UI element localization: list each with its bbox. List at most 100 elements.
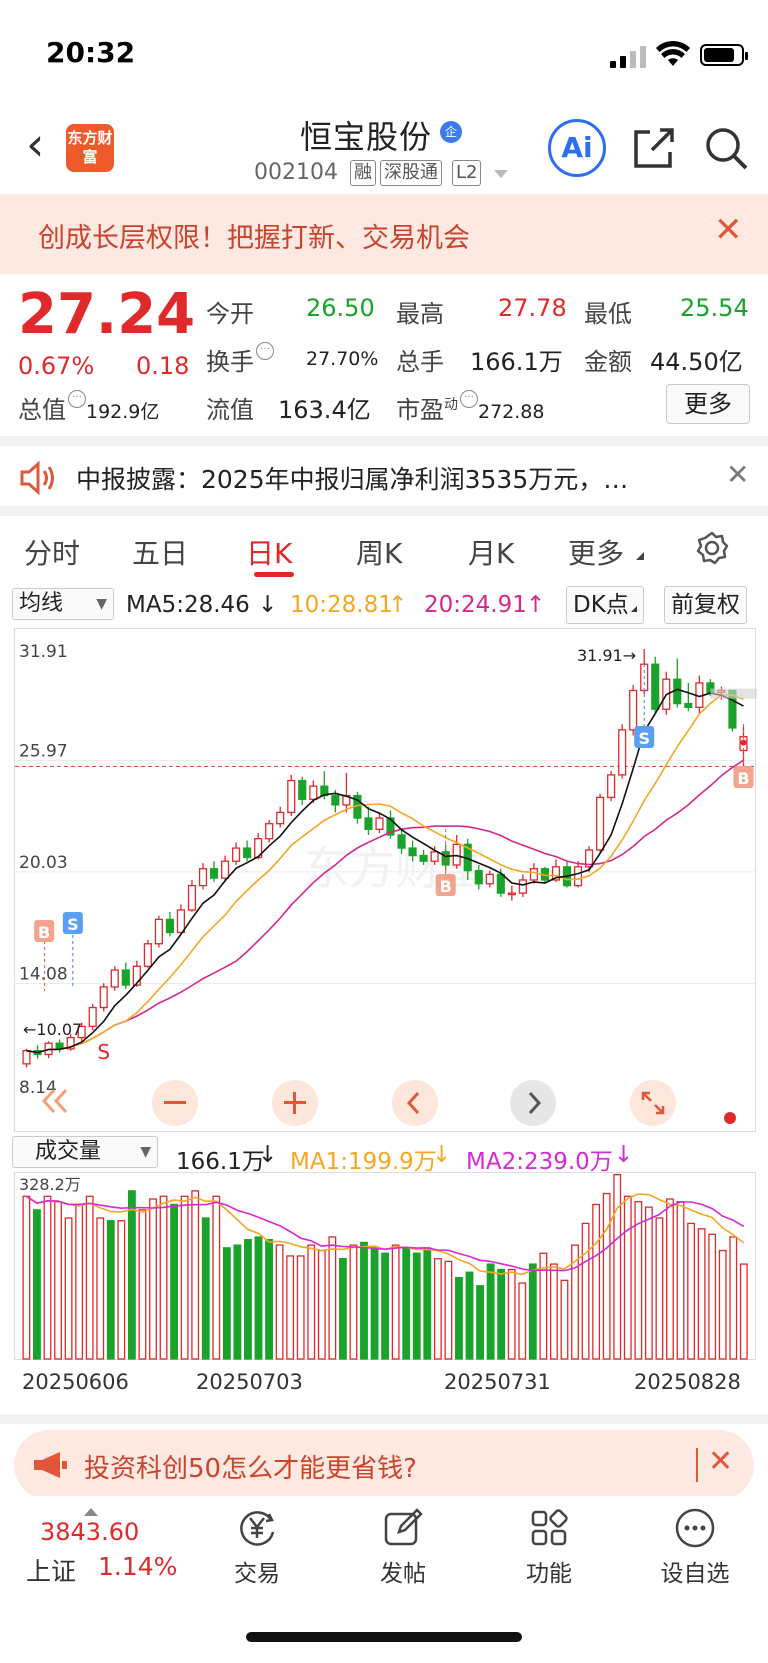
back-button[interactable]: ‹ (26, 121, 44, 167)
ad-text: 投资科创50怎么才能更省钱? (84, 1454, 417, 1484)
open-value: 26.50 (306, 294, 375, 322)
dk-point-button[interactable]: DK点 (566, 586, 644, 624)
notice-bar[interactable]: 中报披露：2025年中报归属净利润3535万元，… ✕ (0, 446, 768, 510)
volume-indicator-select[interactable]: 成交量 ▼ (12, 1136, 158, 1168)
nav-post[interactable]: 发帖 (358, 1506, 448, 1588)
volume-bar-up (317, 1249, 326, 1360)
info-icon[interactable]: ··· (68, 390, 86, 408)
volume-bar-up (697, 1228, 706, 1360)
last-price: 27.24 (18, 282, 196, 347)
close-icon[interactable]: ✕ (708, 1444, 733, 1479)
tab-weekly-k[interactable]: 周K (356, 532, 402, 572)
divider (0, 506, 768, 516)
sell-marker-label: S (67, 915, 79, 934)
share-icon[interactable] (630, 124, 678, 172)
scroll-left-button[interactable] (392, 1080, 438, 1126)
zoom-out-button[interactable] (152, 1080, 198, 1126)
close-icon[interactable]: ✕ (726, 458, 749, 491)
candle-up (176, 909, 186, 934)
tag-level2: L2 (452, 160, 482, 186)
candle-up (629, 689, 638, 731)
turnover-value: 27.70% (306, 348, 379, 370)
amount-value: 44.50亿 (650, 348, 743, 376)
buy-marker: B (34, 920, 55, 942)
nav-trade-label: 交易 (234, 1561, 280, 1587)
live-dot (724, 1112, 736, 1124)
indicator-select[interactable]: 均线 ▼ (12, 588, 114, 620)
tab-more[interactable]: 更多 (568, 532, 624, 572)
ad-banner[interactable]: 投资科创50怎么才能更省钱? ✕ (14, 1430, 754, 1500)
index-name[interactable]: 上证 (26, 1552, 76, 1588)
nav-functions[interactable]: 功能 (504, 1506, 594, 1588)
kline-chart[interactable]: 31.91 25.97 20.03 14.08 8.14 东方财富 31.91→ ←10.07… (14, 628, 757, 1132)
candle-up (573, 866, 583, 887)
nav-watchlist-label: 设自选 (660, 1561, 730, 1587)
volume-bar-up (518, 1282, 527, 1360)
volume-text: 166.1万 (176, 1149, 265, 1175)
speaker-icon (20, 460, 54, 496)
info-icon[interactable]: ··· (256, 342, 274, 360)
index-value[interactable]: 3843.60 (40, 1518, 139, 1546)
candle-down (298, 779, 307, 800)
index-percent[interactable]: 1.14% (98, 1552, 177, 1581)
tab-monthly-k[interactable]: 月K (468, 532, 514, 572)
ma10-arrow: ↑ (388, 592, 408, 618)
volume-bar-down (455, 1276, 463, 1360)
double-left-icon[interactable] (40, 1086, 72, 1116)
ma-bar: 均线 ▼ MA5:28.46 ↓ 10:28.81 ↑ 20:24.91 ↑ DK… (0, 586, 768, 626)
more-button[interactable]: 更多 (666, 384, 750, 424)
volume-bar-down (201, 1217, 210, 1360)
volume-bar-up (138, 1209, 147, 1360)
volume-bar-up (687, 1222, 695, 1360)
enterprise-badge: 企 (440, 121, 462, 143)
zoom-in-button[interactable] (272, 1080, 318, 1126)
megaphone-icon (34, 1452, 67, 1478)
search-icon[interactable] (702, 124, 750, 172)
info-icon[interactable]: ··· (460, 390, 478, 408)
candle-down (474, 869, 483, 885)
volume-bar-down (338, 1258, 347, 1360)
volume-bar-up (212, 1195, 221, 1360)
volume-bar-up (739, 1263, 748, 1360)
candle-up (198, 868, 208, 887)
nav-watchlist[interactable]: 设自选 (650, 1506, 740, 1588)
volume-bar-down (265, 1239, 273, 1360)
buy-marker: B (733, 766, 754, 788)
tab-five-day[interactable]: 五日 (132, 532, 188, 572)
sell-marker-label: S (638, 729, 650, 748)
forward-adjust-button[interactable]: 前复权 (664, 586, 747, 624)
nav-trade[interactable]: 交易 (212, 1506, 302, 1588)
candle-up (265, 823, 274, 840)
range-highlight (710, 688, 757, 699)
volume-bar-up (43, 1195, 52, 1360)
volume-chart[interactable]: 328.2万 (14, 1172, 756, 1360)
stock-code: 002104 (254, 160, 338, 185)
candle-down (121, 969, 130, 986)
ma5-arrow: ↓ (258, 592, 278, 618)
chevron-down-icon[interactable] (494, 170, 508, 178)
candle-up (607, 774, 616, 799)
volume-select-label: 成交量 (35, 1139, 102, 1164)
candle-up (529, 868, 538, 881)
fullscreen-button[interactable] (630, 1080, 676, 1126)
ma20-text: 20:24.91 (424, 592, 527, 618)
app-logo: 东方财富 (66, 124, 114, 172)
gear-icon[interactable] (694, 530, 730, 566)
chevron-left-icon (406, 1091, 420, 1115)
scroll-right-button[interactable] (510, 1080, 556, 1126)
candle-down (419, 854, 428, 862)
nav-functions-label: 功能 (526, 1561, 572, 1587)
tab-daily-k[interactable]: 日K (246, 532, 292, 572)
y-tick-label: 14.08 (19, 965, 68, 985)
volume-bar-up (286, 1255, 295, 1360)
candle-up (110, 969, 119, 988)
volume-bar-up (96, 1217, 105, 1360)
tab-intraday[interactable]: 分时 (24, 532, 80, 572)
volume-bar-up (729, 1236, 738, 1360)
volume-bar-down (486, 1263, 495, 1360)
volume-bar-up (444, 1260, 453, 1360)
promo-banner[interactable]: 创成长层权限！把握打新、交易机会 ✕ (0, 194, 768, 274)
candle-up (232, 847, 241, 862)
close-icon[interactable]: ✕ (714, 210, 743, 250)
ai-assistant-button[interactable]: Ai (548, 119, 606, 177)
